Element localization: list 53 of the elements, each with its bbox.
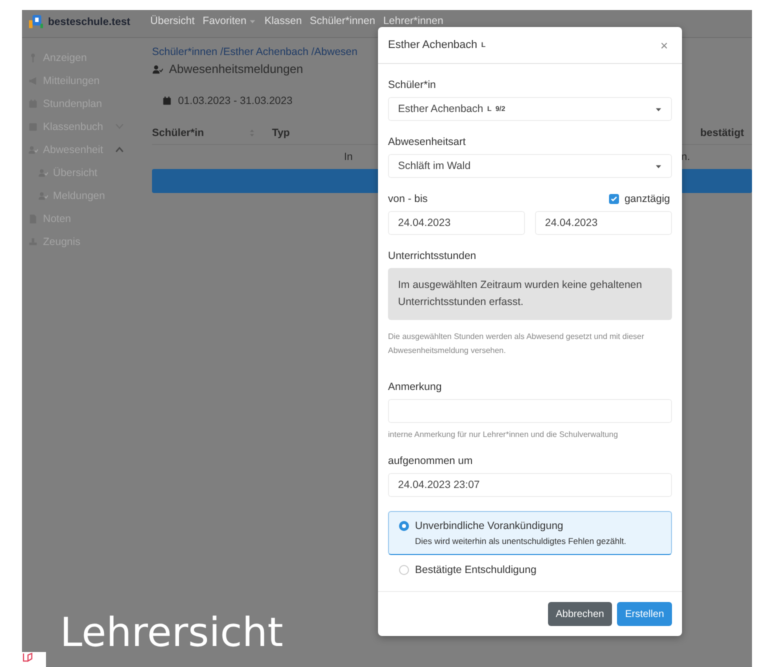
column-header[interactable]: Typ bbox=[272, 127, 290, 139]
date-range[interactable]: 01.03.2023 - 31.03.2023 bbox=[178, 95, 292, 107]
column-header[interactable]: Schüler*in bbox=[152, 127, 204, 139]
checkbox-label: ganztägig bbox=[624, 193, 670, 205]
video-caption: Lehrersicht bbox=[60, 610, 284, 656]
page-title: Abwesenheitsmeldungen bbox=[169, 62, 304, 76]
radio-option[interactable]: Unverbindliche Vorankündigung Dies wird weiterhin als unentschuldigtes Fehlen gezählt. bbox=[388, 511, 672, 555]
calendar-icon bbox=[162, 96, 172, 106]
date-field[interactable]: 24.04.2023 bbox=[535, 211, 672, 235]
person-check-icon bbox=[152, 64, 163, 74]
radio-button[interactable] bbox=[399, 521, 409, 531]
select-value: Schläft im Wald bbox=[398, 160, 471, 172]
caret-down-icon bbox=[655, 106, 662, 112]
dialog-title: Esther Achenbach bbox=[388, 39, 478, 51]
option-description: Dies wird weiterhin als unentschuldigtes Fehlen gezählt. bbox=[415, 536, 626, 546]
field-label: Anmerkung bbox=[388, 380, 443, 394]
close-button[interactable]: × bbox=[656, 38, 672, 52]
brand-logo[interactable]: besteschule.test bbox=[28, 15, 130, 29]
field-label: aufgenommen um bbox=[388, 454, 474, 468]
table-message: n. bbox=[681, 151, 690, 163]
person-check-icon bbox=[28, 144, 38, 154]
datetime-field[interactable]: 24.04.2023 23:07 bbox=[388, 473, 672, 497]
option-label: Unverbindliche Vorankündigung bbox=[415, 520, 564, 532]
nav-link[interactable]: Übersicht bbox=[150, 15, 195, 27]
nav-link[interactable]: Favoriten bbox=[202, 15, 256, 27]
info-notice: Im ausgewählten Zeitraum wurden keine gehaltenen Unterrichtsstunden erfasst. bbox=[388, 268, 672, 320]
column-header[interactable]: bestätigt bbox=[700, 127, 744, 139]
help-text: interne Anmerkung für nur Lehrer*innen und die Schulverwaltung bbox=[388, 429, 619, 441]
field-label: Abwesenheitsart bbox=[388, 135, 467, 149]
option-label: Bestätigte Entschuldigung bbox=[415, 564, 536, 576]
radio-button[interactable] bbox=[399, 565, 409, 575]
check-icon bbox=[610, 195, 618, 203]
cancel-button[interactable]: Abbrechen bbox=[548, 602, 612, 626]
nav-link[interactable]: Klassen bbox=[264, 15, 302, 27]
radio-option[interactable]: Bestätigte Entschuldigung bbox=[388, 555, 672, 585]
nav-link[interactable]: Lehrer*innen bbox=[383, 15, 444, 27]
help-text: Die ausgewählten Stunden werden als Abwesend gesetzt und mit dieser Abwesenheitsmeldung versehen. bbox=[388, 331, 646, 357]
person-check-icon bbox=[38, 190, 48, 200]
absence-type-select[interactable]: Schläft im Wald bbox=[388, 154, 672, 178]
nav-link[interactable]: Schüler*innen bbox=[310, 15, 376, 27]
checkbox[interactable] bbox=[609, 194, 620, 204]
logo-icon bbox=[28, 15, 44, 29]
table-message: In bbox=[344, 151, 353, 163]
field-label: Schüler*in bbox=[388, 78, 437, 92]
caret-down-icon bbox=[249, 18, 256, 24]
field-label: von - bis bbox=[388, 193, 428, 205]
date-field[interactable]: 24.04.2023 bbox=[388, 211, 525, 235]
field-label: Unterrichtsstunden bbox=[388, 249, 478, 263]
select-value: Esther Achenbach bbox=[398, 103, 484, 115]
person-check-icon bbox=[38, 168, 48, 178]
logo-icon bbox=[22, 652, 34, 664]
breadcrumb[interactable]: Schüler*innen /Esther Achenbach /Abwesen bbox=[152, 46, 358, 60]
create-button[interactable]: Erstellen bbox=[617, 602, 672, 626]
